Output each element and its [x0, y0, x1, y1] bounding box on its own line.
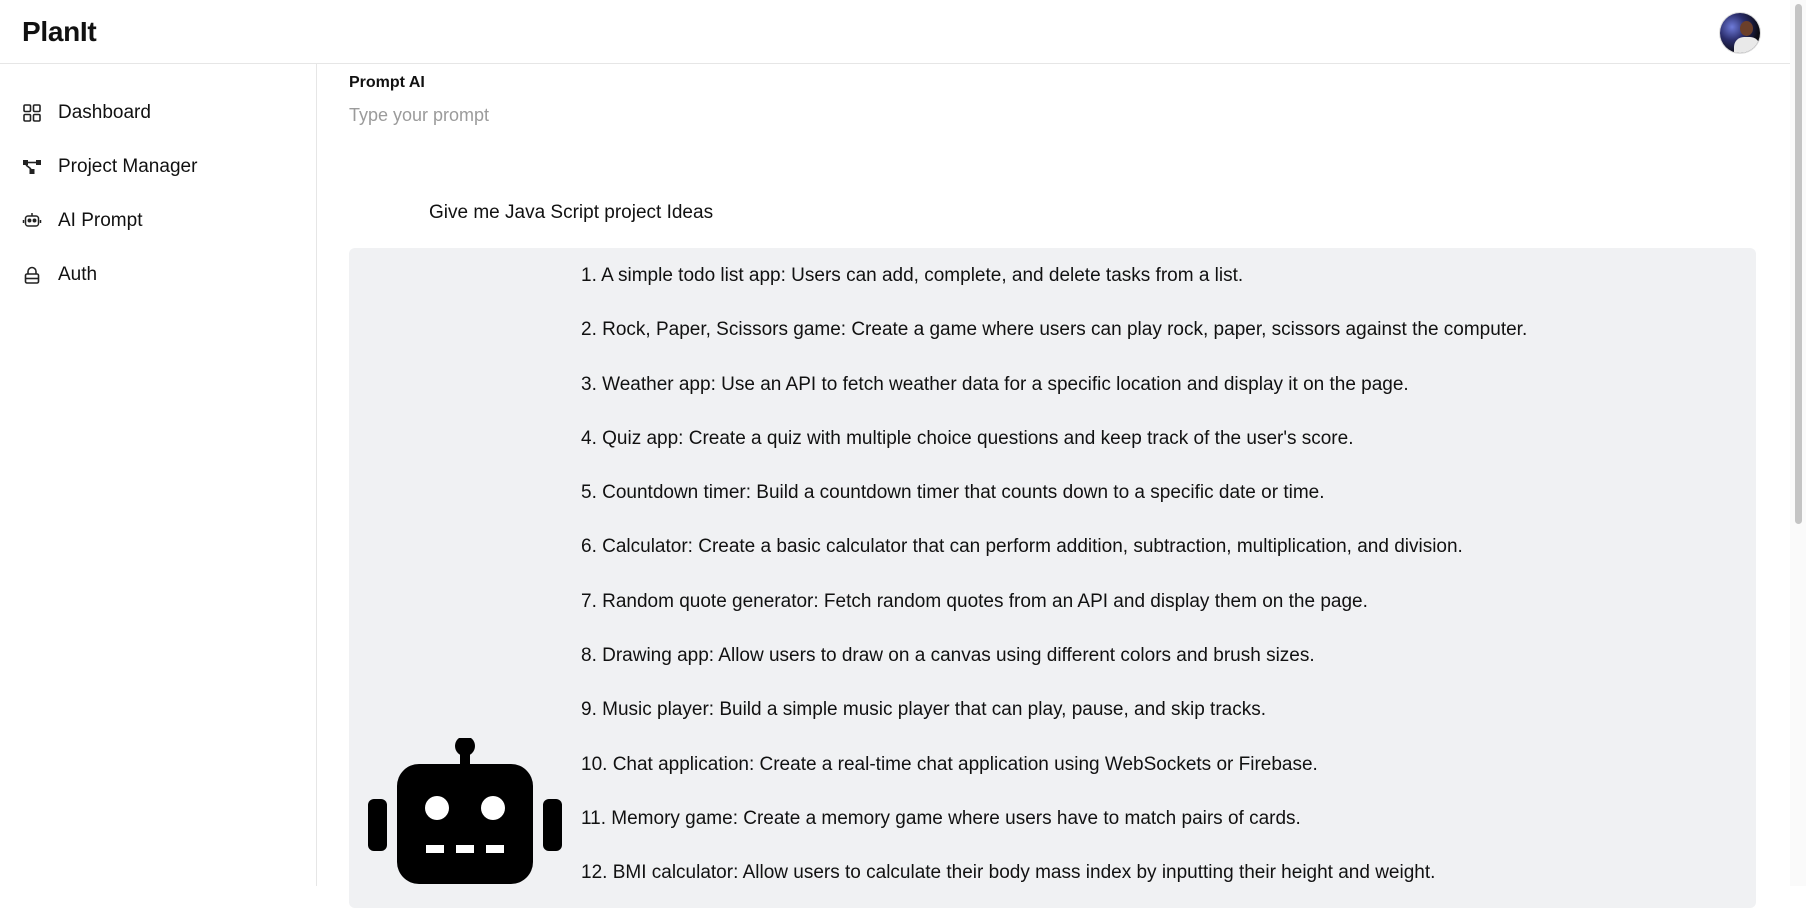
sidebar-item-label: Auth	[58, 264, 98, 285]
list-item: 2. Rock, Paper, Scissors game: Create a …	[581, 319, 1528, 341]
scrollbar-thumb[interactable]	[1795, 4, 1802, 524]
ai-response: 1. A simple todo list app: Users can add…	[349, 248, 1756, 908]
main-content: Prompt AI Give me Java Script project Id…	[318, 64, 1790, 908]
app-logo[interactable]: PlanIt	[22, 16, 97, 48]
top-bar: PlanIt	[0, 0, 1806, 64]
sidebar-item-label: AI Prompt	[58, 210, 143, 231]
lock-icon	[22, 265, 42, 285]
grid-icon	[22, 103, 42, 123]
page-scrollbar[interactable]	[1790, 0, 1806, 886]
list-item: 3. Weather app: Use an API to fetch weat…	[581, 373, 1409, 395]
ideas-list: 1. A simple todo list app: Users can add…	[581, 264, 1527, 916]
sidebar-item-dashboard[interactable]: Dashboard	[22, 98, 292, 128]
robot-icon	[368, 736, 562, 884]
prompt-input[interactable]	[349, 100, 1729, 130]
list-item: 7. Random quote generator: Fetch random …	[581, 590, 1368, 612]
list-item: 5. Countdown timer: Build a countdown ti…	[581, 482, 1325, 504]
sidebar-item-project-manager[interactable]: Project Manager	[22, 152, 292, 182]
sidebar: Dashboard Project Manager AI Prompt Auth	[0, 64, 317, 886]
list-item: 6. Calculator: Create a basic calculator…	[581, 536, 1463, 558]
robot-icon	[22, 211, 42, 231]
list-item: 11. Memory game: Create a memory game wh…	[581, 807, 1301, 829]
hierarchy-icon	[22, 157, 42, 177]
prompt-label: Prompt AI	[349, 74, 425, 91]
sidebar-item-label: Project Manager	[58, 156, 198, 177]
list-item: 12. BMI calculator: Allow users to calcu…	[581, 862, 1436, 884]
list-item: 9. Music player: Build a simple music pl…	[581, 699, 1267, 721]
sidebar-item-ai-prompt[interactable]: AI Prompt	[22, 206, 292, 236]
list-item: 4. Quiz app: Create a quiz with multiple…	[581, 427, 1354, 449]
list-item: 1. A simple todo list app: Users can add…	[581, 265, 1244, 286]
list-item: 10. Chat application: Create a real-time…	[581, 753, 1318, 775]
sidebar-item-auth[interactable]: Auth	[22, 260, 292, 290]
avatar-face	[1740, 21, 1753, 36]
avatar-shirt	[1734, 37, 1760, 53]
list-item: 8. Drawing app: Allow users to draw on a…	[581, 645, 1315, 667]
user-avatar[interactable]	[1720, 13, 1760, 53]
sidebar-item-label: Dashboard	[58, 102, 151, 123]
user-message: Give me Java Script project Ideas	[429, 202, 714, 223]
